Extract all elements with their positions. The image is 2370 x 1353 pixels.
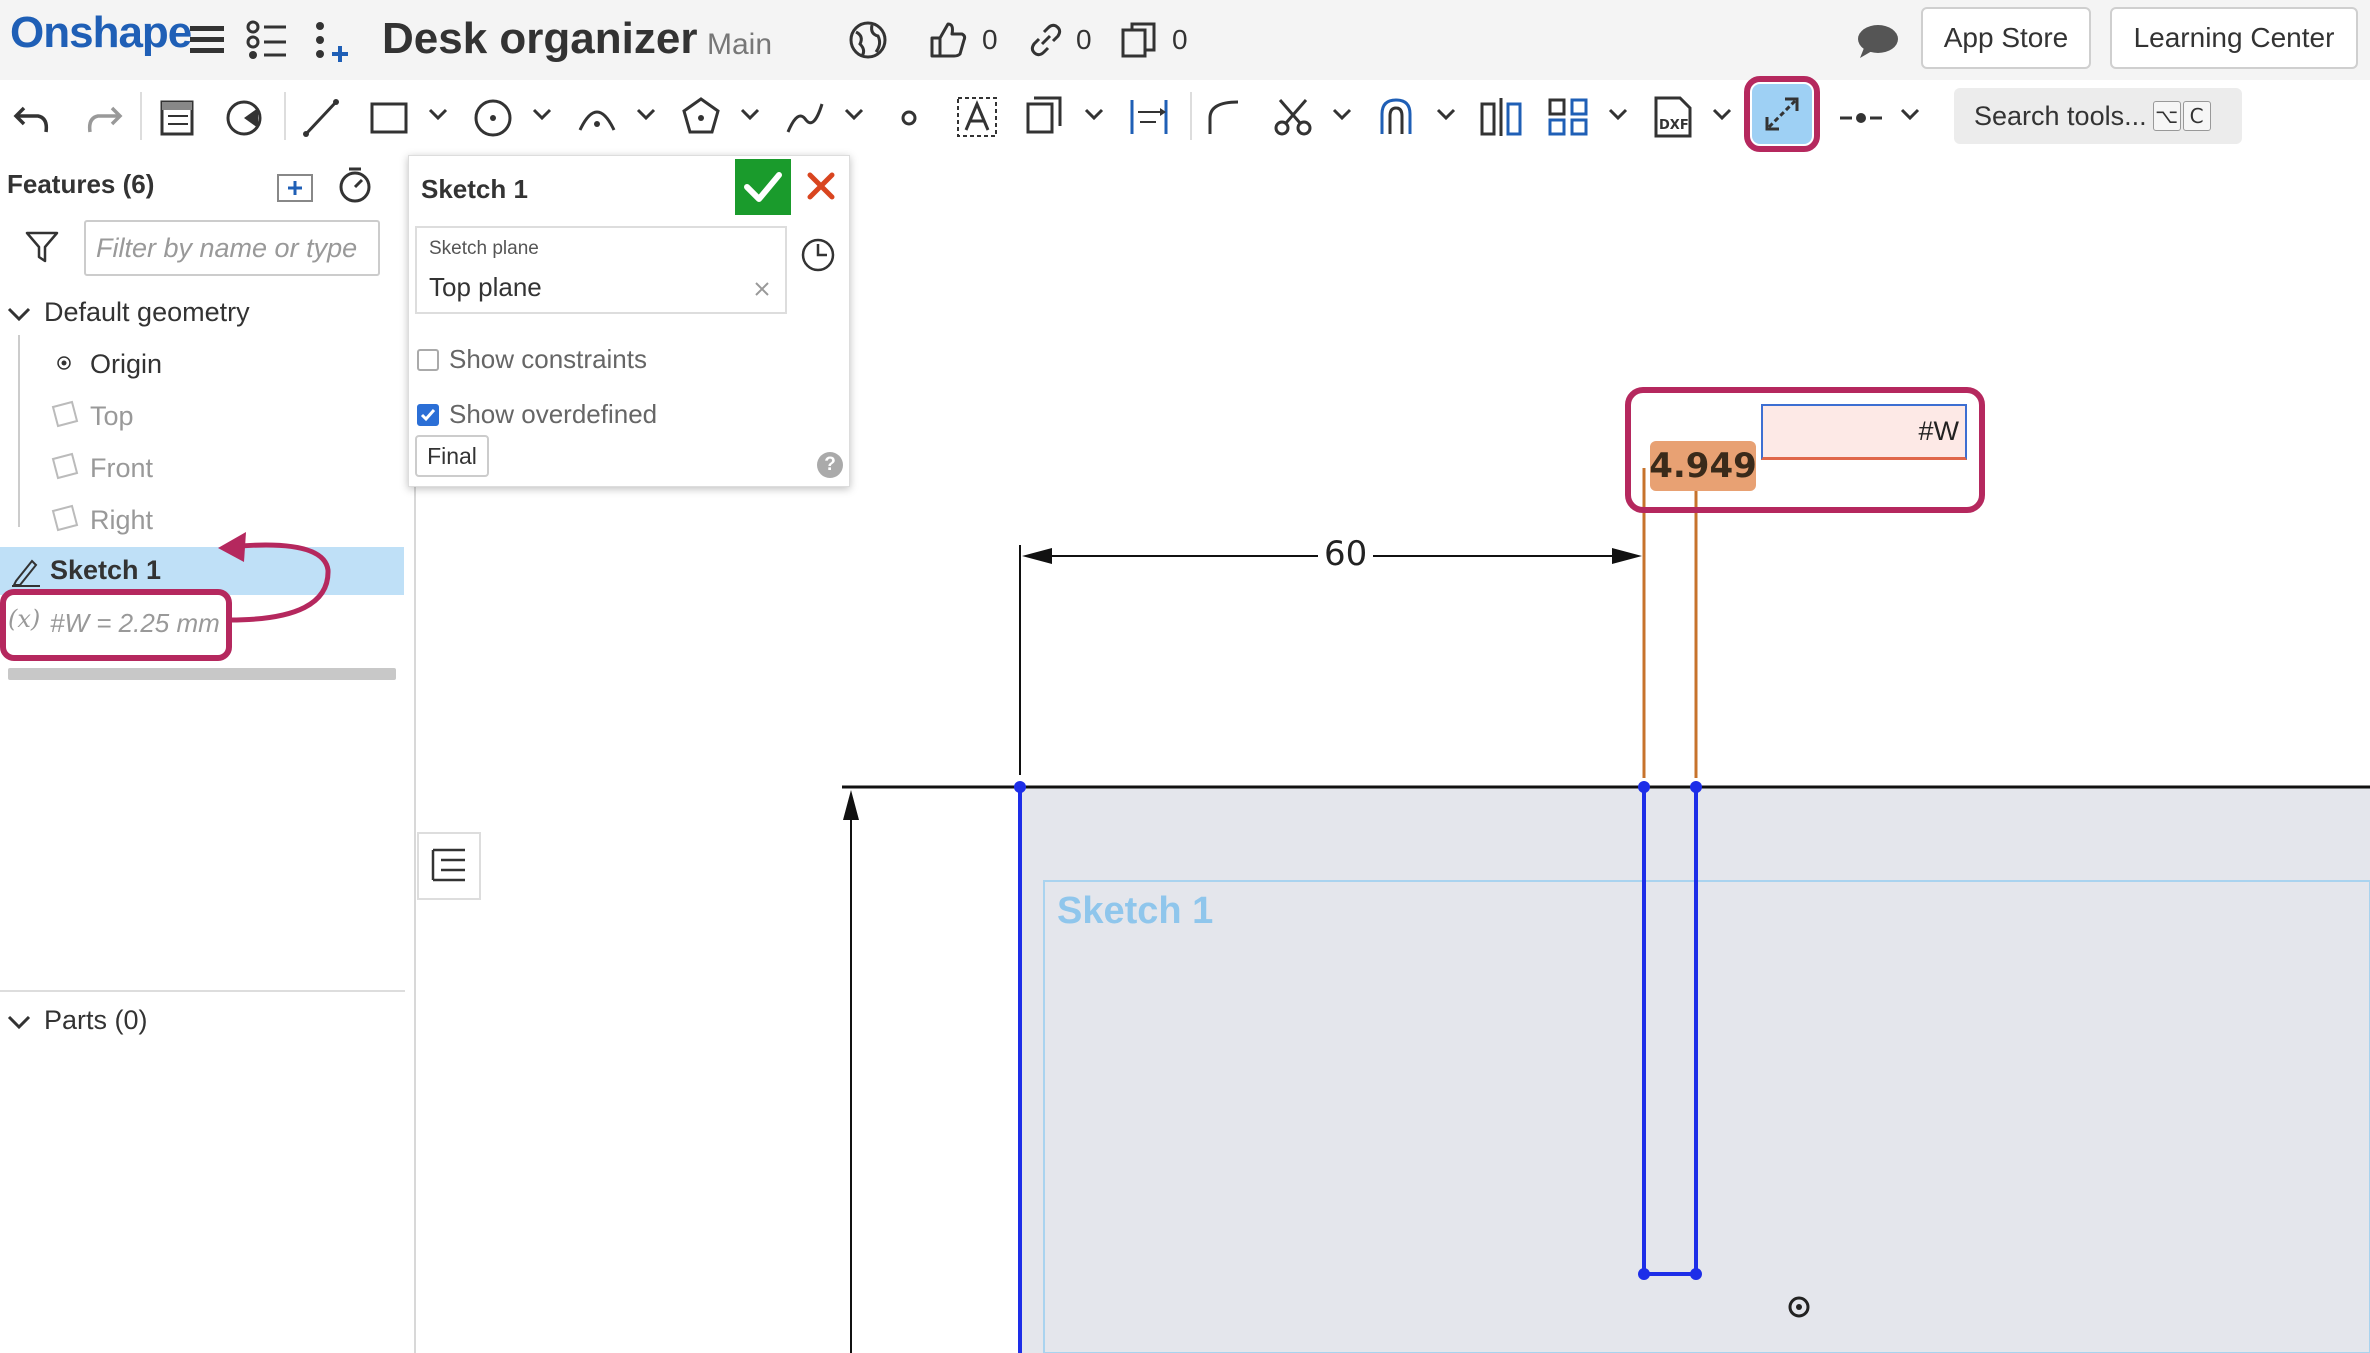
clear-icon[interactable] [753, 280, 771, 298]
tree-item-origin[interactable]: Origin [90, 349, 162, 380]
rollback-timer-icon[interactable] [336, 165, 374, 205]
filter-icon[interactable] [24, 229, 60, 265]
sketch-list-tab[interactable] [417, 832, 481, 900]
origin-icon [57, 356, 71, 370]
origin-marker-dot [1796, 1304, 1802, 1310]
chevron-down-icon[interactable] [6, 301, 32, 327]
sketch-plane-value: Top plane [429, 272, 542, 302]
dimension-arrow-right [1612, 548, 1642, 564]
list-icon [431, 848, 465, 882]
dialog-title: Sketch 1 [421, 174, 528, 204]
history-icon[interactable] [799, 236, 837, 274]
tree-guide-line [18, 335, 20, 527]
sketch-dialog: Sketch 1 Sketch plane Top plane Show con… [408, 155, 850, 487]
show-constraints-label: Show constraints [449, 344, 647, 374]
dimension-input-annotation-highlight [1625, 387, 1985, 513]
help-icon[interactable]: ? [817, 452, 843, 478]
sketch-pencil-icon [12, 559, 40, 587]
default-geometry-label[interactable]: Default geometry [44, 297, 250, 328]
add-folder-icon[interactable] [276, 169, 314, 203]
features-title: Features (6) [7, 169, 155, 199]
show-overdefined-checkbox[interactable] [417, 404, 439, 426]
variable-annotation-highlight [0, 589, 232, 661]
tree-item-front[interactable]: Front [90, 453, 153, 484]
feature-filter-input[interactable] [84, 220, 380, 276]
plane-icon [51, 504, 79, 532]
tree-item-right[interactable]: Right [90, 505, 153, 536]
annotation-arrow-icon [218, 532, 331, 623]
feature-list-panel: Features (6) Default geometry Origin Top… [0, 155, 416, 1353]
plane-icon [51, 400, 79, 428]
plane-icon [51, 452, 79, 480]
close-icon[interactable] [805, 170, 837, 202]
dimension-arrow-left [1022, 548, 1052, 564]
vertical-dimension-arrow [843, 790, 859, 820]
final-button[interactable]: Final [415, 435, 489, 477]
sketch-point[interactable] [1690, 1268, 1702, 1280]
tree-item-sketch-label[interactable]: Sketch 1 [50, 555, 161, 586]
show-constraints-checkbox[interactable] [417, 349, 439, 371]
dimension-60-label[interactable]: 60 [1318, 534, 1374, 574]
confirm-button[interactable] [735, 159, 791, 215]
chevron-down-icon[interactable] [6, 1009, 32, 1035]
parts-divider [0, 990, 405, 992]
feature-list-scrollbar[interactable] [8, 668, 396, 680]
checkmark-icon [420, 409, 436, 422]
checkmark-icon [744, 172, 782, 202]
sketch-point[interactable] [1638, 1268, 1650, 1280]
parts-list-label[interactable]: Parts (0) [44, 1005, 148, 1036]
sketch-point[interactable] [1690, 781, 1702, 793]
sketch-plane-label: Sketch plane [429, 238, 539, 259]
sketch-plane-field[interactable]: Sketch plane Top plane [415, 226, 787, 314]
sketch-point[interactable] [1638, 781, 1650, 793]
sketch-point[interactable] [1014, 781, 1026, 793]
show-overdefined-label: Show overdefined [449, 399, 658, 429]
tree-item-top[interactable]: Top [90, 401, 134, 432]
sketch-name-watermark: Sketch 1 [1057, 890, 1214, 932]
